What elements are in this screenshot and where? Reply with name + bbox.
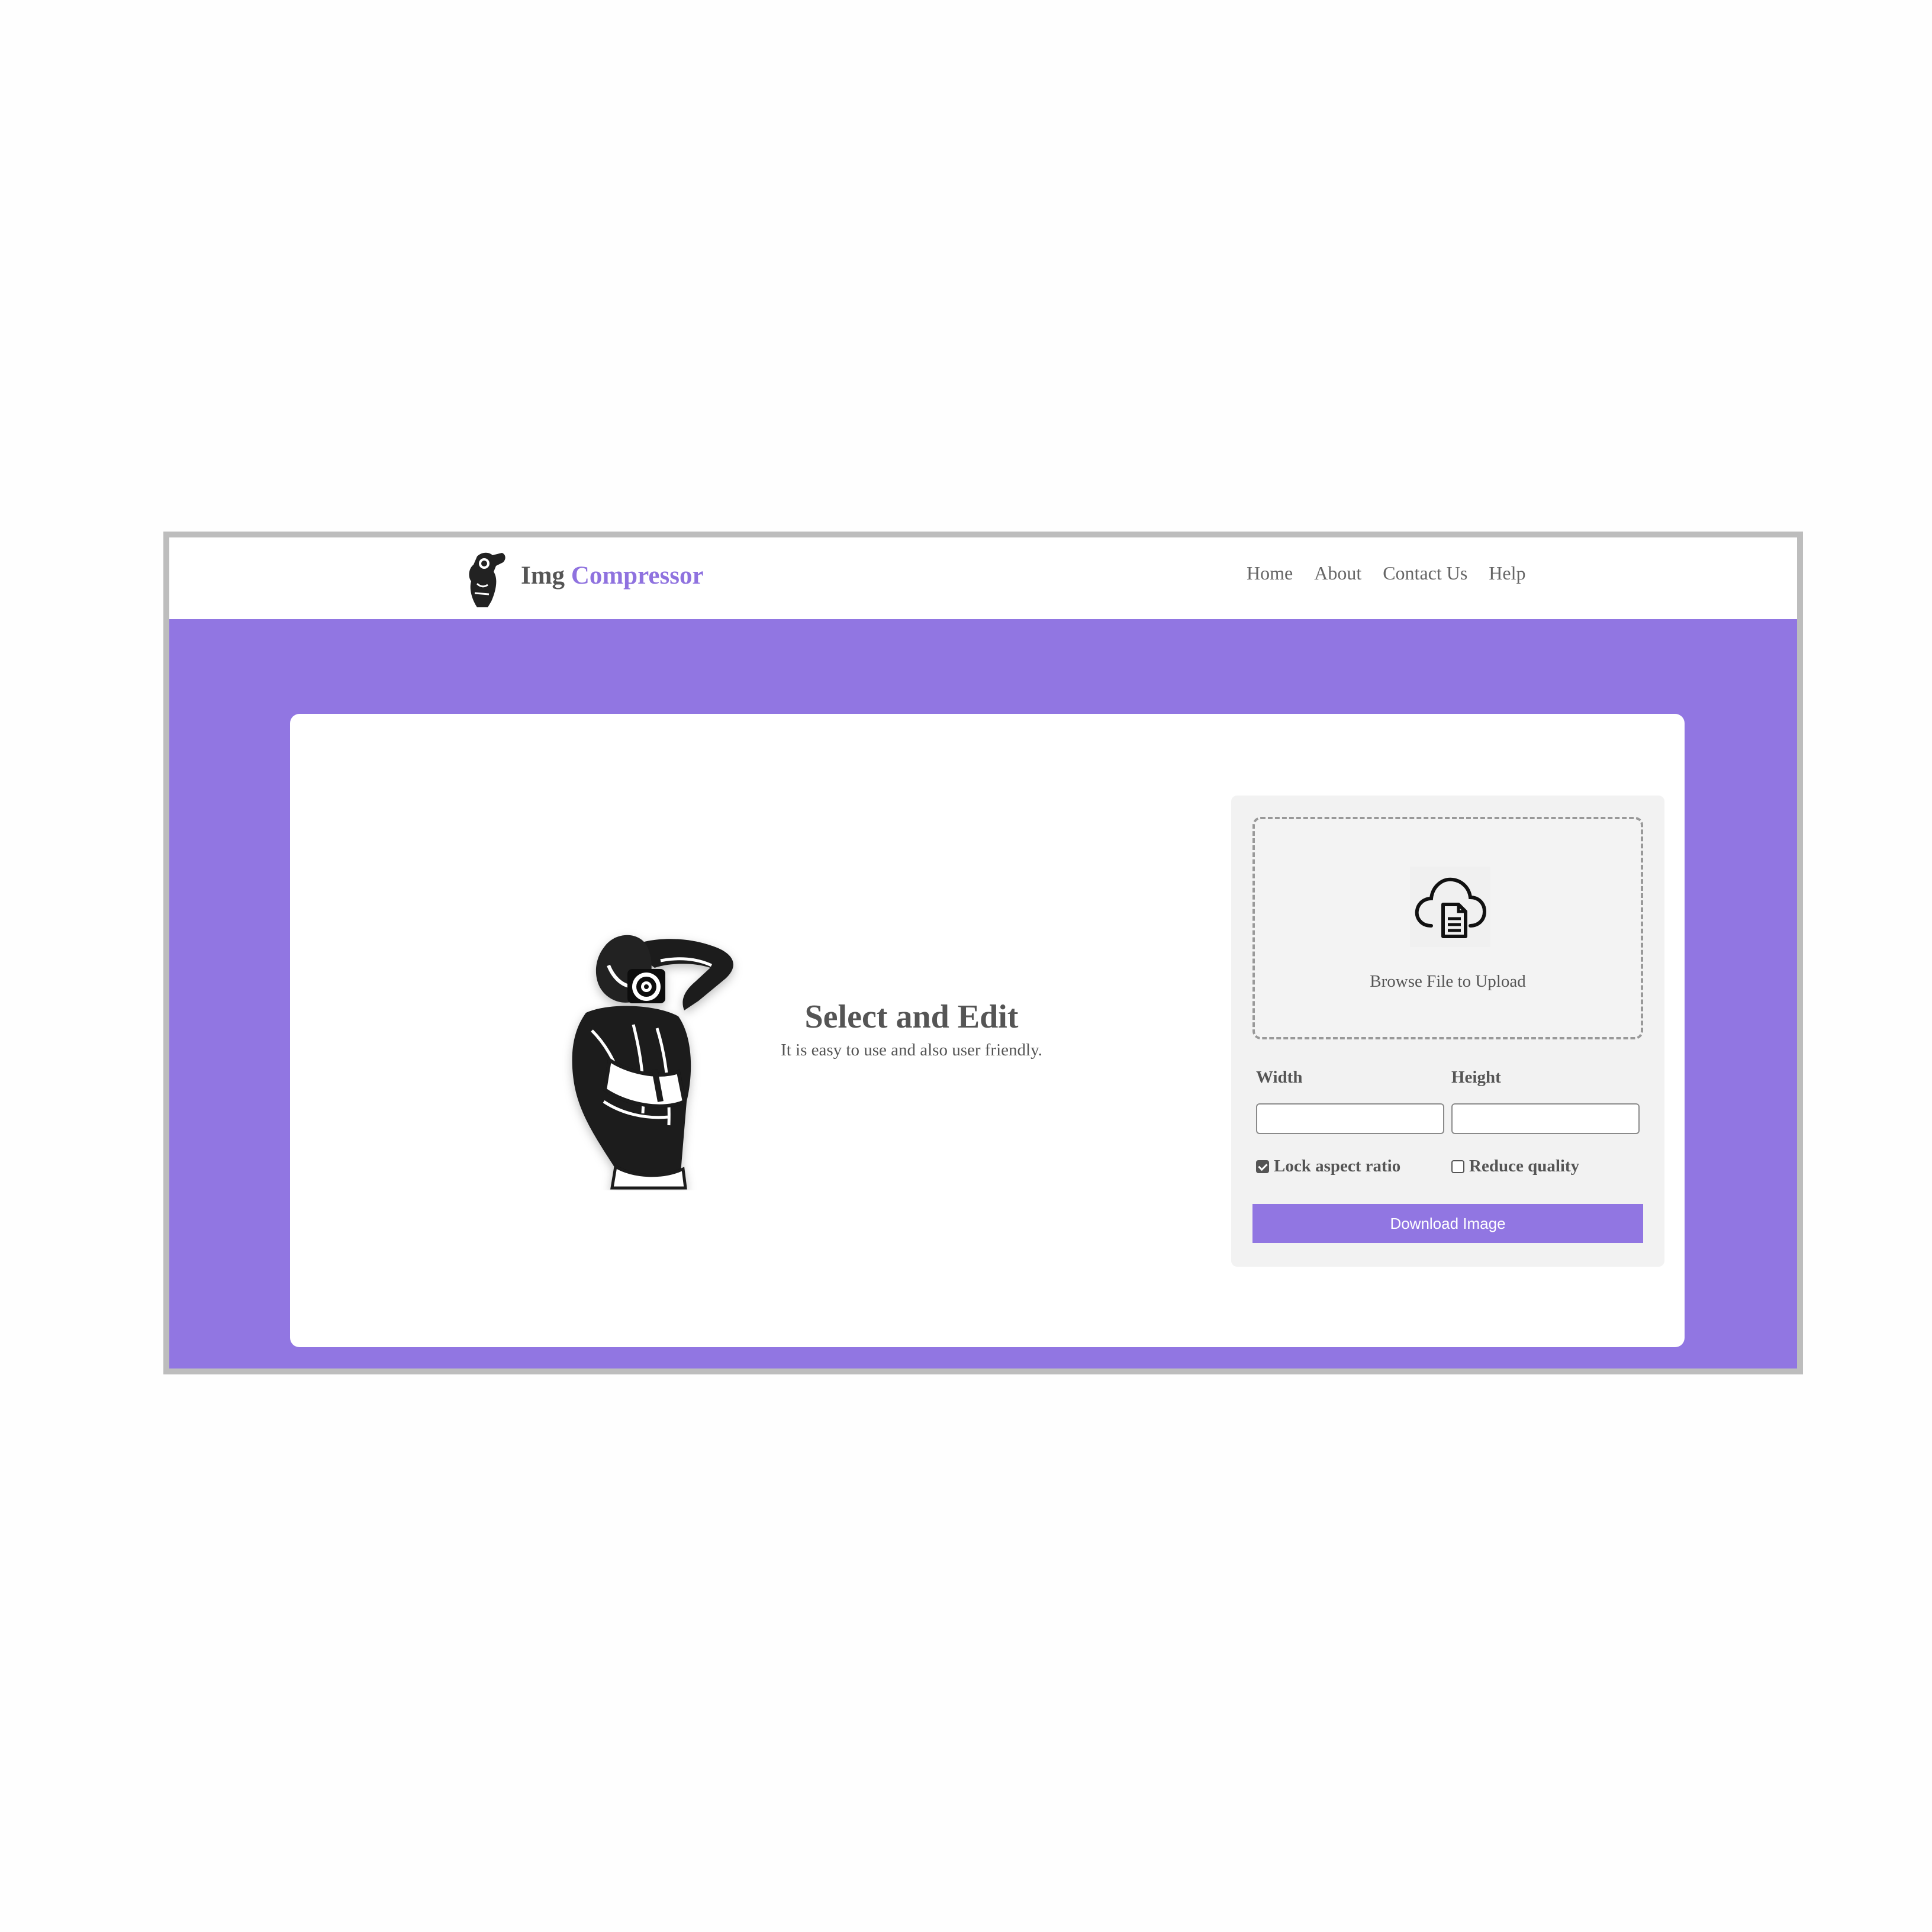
reduce-quality-checkbox[interactable] <box>1451 1160 1464 1173</box>
height-label: Height <box>1451 1068 1501 1087</box>
reduce-quality-label: Reduce quality <box>1469 1157 1580 1176</box>
download-image-button[interactable]: Download Image <box>1252 1204 1643 1243</box>
nav-links: Home About Contact Us Help <box>1247 562 1526 584</box>
lock-aspect-ratio-option[interactable]: Lock aspect ratio <box>1256 1157 1400 1176</box>
height-input[interactable] <box>1451 1103 1640 1134</box>
brand-name-part1: Img <box>521 562 565 590</box>
nav-link-about[interactable]: About <box>1314 562 1361 584</box>
file-dropzone[interactable]: Browse File to Upload <box>1252 817 1643 1039</box>
lock-aspect-ratio-checkbox[interactable] <box>1256 1160 1269 1173</box>
photographer-illustration <box>572 935 733 1190</box>
cloud-upload-document-icon <box>1410 867 1490 947</box>
width-label: Width <box>1256 1068 1303 1087</box>
dropzone-label: Browse File to Upload <box>1370 972 1526 991</box>
reduce-quality-option[interactable]: Reduce quality <box>1451 1157 1579 1176</box>
brand-name[interactable]: Img Compressor <box>521 561 704 590</box>
hero-title: Select and Edit <box>804 999 1019 1035</box>
photographer-logo-icon[interactable] <box>453 548 513 610</box>
main-card: Select and Edit It is easy to use and al… <box>290 714 1685 1347</box>
brand-name-part2: Compressor <box>571 562 704 590</box>
hero-subtitle: It is easy to use and also user friendly… <box>781 1041 1042 1060</box>
browser-frame: Img Compressor Home About Contact Us Hel… <box>163 532 1803 1374</box>
nav-link-help[interactable]: Help <box>1489 562 1525 584</box>
nav-link-contact-us[interactable]: Contact Us <box>1383 562 1467 584</box>
lock-aspect-ratio-label: Lock aspect ratio <box>1274 1157 1401 1176</box>
navbar: Img Compressor Home About Contact Us Hel… <box>169 537 1797 619</box>
editor-panel: Browse File to Upload Width Height Lock … <box>1231 796 1664 1267</box>
nav-link-home[interactable]: Home <box>1247 562 1293 584</box>
width-input[interactable] <box>1256 1103 1444 1134</box>
